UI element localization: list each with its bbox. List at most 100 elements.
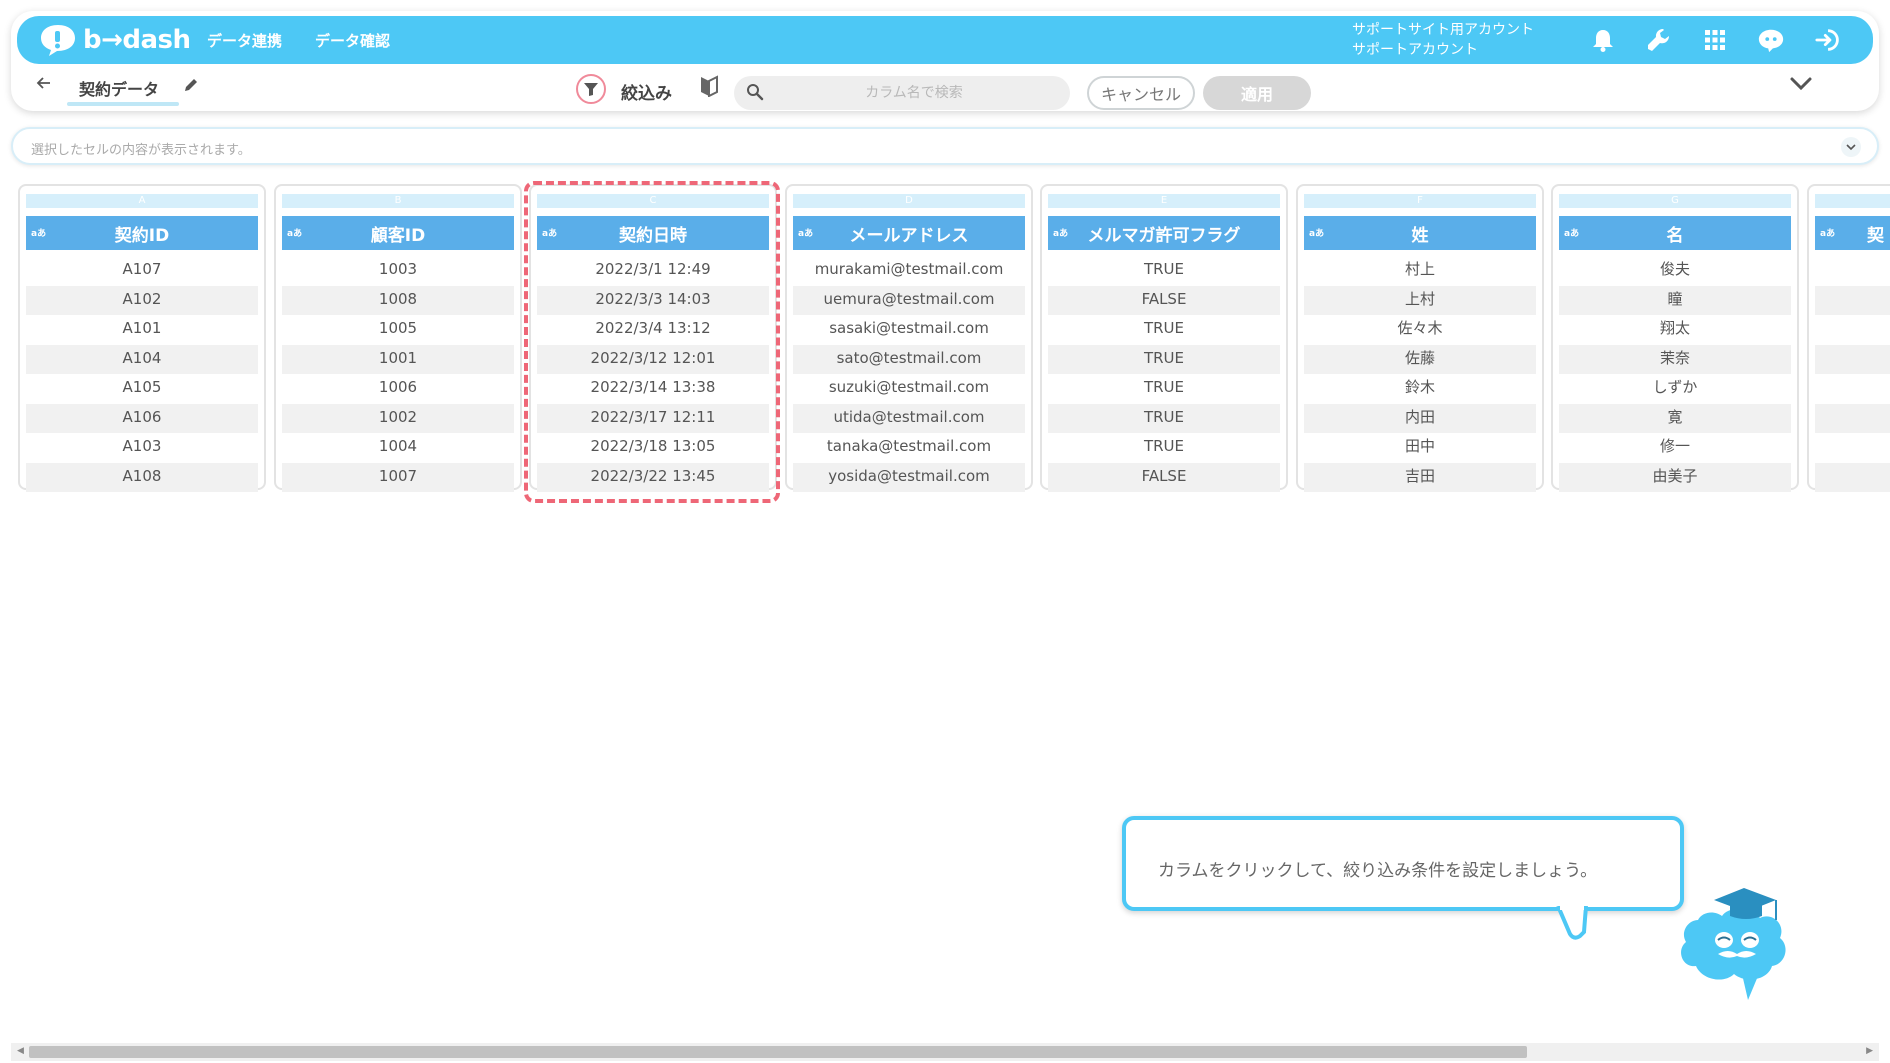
account-info[interactable]: サポートサイト用アカウント サポートアカウント	[1352, 20, 1534, 60]
table-cell[interactable]: 2022/3/18 13:05	[537, 433, 769, 463]
apply-button[interactable]: 適用	[1203, 76, 1311, 110]
horizontal-scroll-thumb[interactable]	[29, 1046, 1527, 1058]
table-cell[interactable]: 1007	[282, 462, 514, 492]
table-cell[interactable]: 1002	[282, 403, 514, 433]
column-1[interactable]: Aaあ 契約ID A107 A102 A101 A104 A105 A106 A103 A108	[18, 184, 266, 492]
table-cell[interactable]	[1815, 374, 1890, 404]
table-cell[interactable]: 由美子	[1559, 462, 1791, 492]
table-cell[interactable]: tanaka@testmail.com	[793, 433, 1025, 463]
table-cell[interactable]: TRUE	[1048, 256, 1280, 286]
table-cell[interactable]: 田中	[1304, 433, 1536, 463]
table-cell[interactable]	[1815, 462, 1890, 492]
table-cell[interactable]: 2022/3/3 14:03	[537, 285, 769, 315]
table-cell[interactable]: 翔太	[1559, 315, 1791, 345]
cancel-button[interactable]: キャンセル	[1087, 76, 1195, 110]
table-cell[interactable]: utida@testmail.com	[793, 403, 1025, 433]
column-5[interactable]: Eaあ メルマガ許可フラグ TRUE FALSE TRUE TRUE TRUE TRUE TRU…	[1040, 184, 1288, 492]
table-cell[interactable]: A106	[26, 403, 258, 433]
table-cell[interactable]: A108	[26, 462, 258, 492]
table-cell[interactable]: 吉田	[1304, 462, 1536, 492]
column-header[interactable]: aあ 姓	[1304, 216, 1536, 250]
table-cell[interactable]: 2022/3/4 13:12	[537, 315, 769, 345]
beginner-guide-button[interactable]	[700, 75, 718, 101]
table-cell[interactable]: FALSE	[1048, 285, 1280, 315]
table-cell[interactable]: FALSE	[1048, 462, 1280, 492]
table-cell[interactable]: TRUE	[1048, 374, 1280, 404]
table-cell[interactable]	[1815, 315, 1890, 345]
nav-data-confirmation[interactable]: データ確認	[315, 30, 390, 51]
table-cell[interactable]: 瞳	[1559, 285, 1791, 315]
table-cell[interactable]: TRUE	[1048, 433, 1280, 463]
table-cell[interactable]: 鈴木	[1304, 374, 1536, 404]
column-3[interactable]: Caあ 契約日時 2022/3/1 12:49 2022/3/3 14:03 2022/…	[529, 184, 777, 492]
table-cell[interactable]: TRUE	[1048, 344, 1280, 374]
nav-data-integration[interactable]: データ連携	[207, 30, 282, 51]
table-cell[interactable]: A103	[26, 433, 258, 463]
table-cell[interactable]: uemura@testmail.com	[793, 285, 1025, 315]
table-cell[interactable]: 1005	[282, 315, 514, 345]
table-cell[interactable]: sato@testmail.com	[793, 344, 1025, 374]
table-cell[interactable]: 2022/3/1 12:49	[537, 256, 769, 286]
expand-cell-bar-button[interactable]	[1841, 137, 1861, 157]
table-cell[interactable]: 1006	[282, 374, 514, 404]
table-cell[interactable]: A105	[26, 374, 258, 404]
table-cell[interactable]: 寛	[1559, 403, 1791, 433]
back-button[interactable]	[36, 75, 52, 96]
table-cell[interactable]: 村上	[1304, 256, 1536, 286]
table-cell[interactable]: yosida@testmail.com	[793, 462, 1025, 492]
table-cell[interactable]: しずか	[1559, 374, 1791, 404]
table-cell[interactable]: murakami@testmail.com	[793, 256, 1025, 286]
logo[interactable]: b→dash	[39, 22, 191, 58]
logout-button[interactable]	[1815, 26, 1843, 54]
column-2[interactable]: Baあ 顧客ID 1003 1008 1005 1001 1006 1002 1004 1007	[274, 184, 522, 492]
filter-button[interactable]	[576, 74, 606, 104]
column-6[interactable]: Faあ 姓村上 上村 佐々木 佐藤 鈴木 内田 田中 吉田	[1296, 184, 1544, 492]
table-cell[interactable]: 1003	[282, 256, 514, 286]
table-cell[interactable]: 1004	[282, 433, 514, 463]
table-cell[interactable]: 内田	[1304, 403, 1536, 433]
table-cell[interactable]: A107	[26, 256, 258, 286]
table-cell[interactable]: suzuki@testmail.com	[793, 374, 1025, 404]
column-header[interactable]: aあ 名	[1559, 216, 1791, 250]
table-cell[interactable]	[1815, 403, 1890, 433]
table-cell[interactable]: 1001	[282, 344, 514, 374]
column-header[interactable]: aあ 顧客ID	[282, 216, 514, 250]
column-header[interactable]: aあ メールアドレス	[793, 216, 1025, 250]
cell-content-bar[interactable]: 選択したセルの内容が表示されます。	[11, 127, 1879, 165]
column-7[interactable]: Gaあ 名俊夫瞳翔太 茉奈 しずか寛修一 由美子	[1551, 184, 1799, 492]
table-cell[interactable]: 2022/3/17 12:11	[537, 403, 769, 433]
table-cell[interactable]: TRUE	[1048, 403, 1280, 433]
column-header[interactable]: aあ 契約ID	[26, 216, 258, 250]
apps-button[interactable]	[1701, 26, 1729, 54]
table-cell[interactable]	[1815, 285, 1890, 315]
support-chat-button[interactable]	[1757, 26, 1785, 54]
horizontal-scrollbar[interactable]: ◀ ▶	[11, 1043, 1879, 1061]
table-cell[interactable]: 2022/3/14 13:38	[537, 374, 769, 404]
bell-button[interactable]	[1589, 26, 1617, 54]
table-cell[interactable]: 俊夫	[1559, 256, 1791, 286]
scroll-left-button[interactable]: ◀	[17, 1046, 24, 1056]
column-search-input[interactable]	[774, 76, 1054, 110]
table-cell[interactable]: 茉奈	[1559, 344, 1791, 374]
edit-title-button[interactable]	[183, 77, 199, 97]
scroll-right-button[interactable]: ▶	[1866, 1046, 1873, 1056]
table-cell[interactable]: 2022/3/12 12:01	[537, 344, 769, 374]
table-cell[interactable]: sasaki@testmail.com	[793, 315, 1025, 345]
table-cell[interactable]: 2022/3/22 13:45	[537, 462, 769, 492]
table-cell[interactable]: A104	[26, 344, 258, 374]
column-header[interactable]: aあ メルマガ許可フラグ	[1048, 216, 1280, 250]
table-cell[interactable]: 上村	[1304, 285, 1536, 315]
table-cell[interactable]: 1008	[282, 285, 514, 315]
table-cell[interactable]	[1815, 256, 1890, 286]
table-cell[interactable]	[1815, 344, 1890, 374]
column-8[interactable]: aあ 契	[1807, 184, 1890, 492]
collapse-toolbar-button[interactable]	[1789, 76, 1813, 96]
column-header[interactable]: aあ 契約日時	[537, 216, 769, 250]
settings-button[interactable]	[1645, 26, 1673, 54]
table-cell[interactable]: A101	[26, 315, 258, 345]
table-cell[interactable]: 佐藤	[1304, 344, 1536, 374]
table-cell[interactable]: 佐々木	[1304, 315, 1536, 345]
column-header[interactable]: aあ 契	[1815, 216, 1890, 250]
table-cell[interactable]	[1815, 433, 1890, 463]
table-cell[interactable]: TRUE	[1048, 315, 1280, 345]
